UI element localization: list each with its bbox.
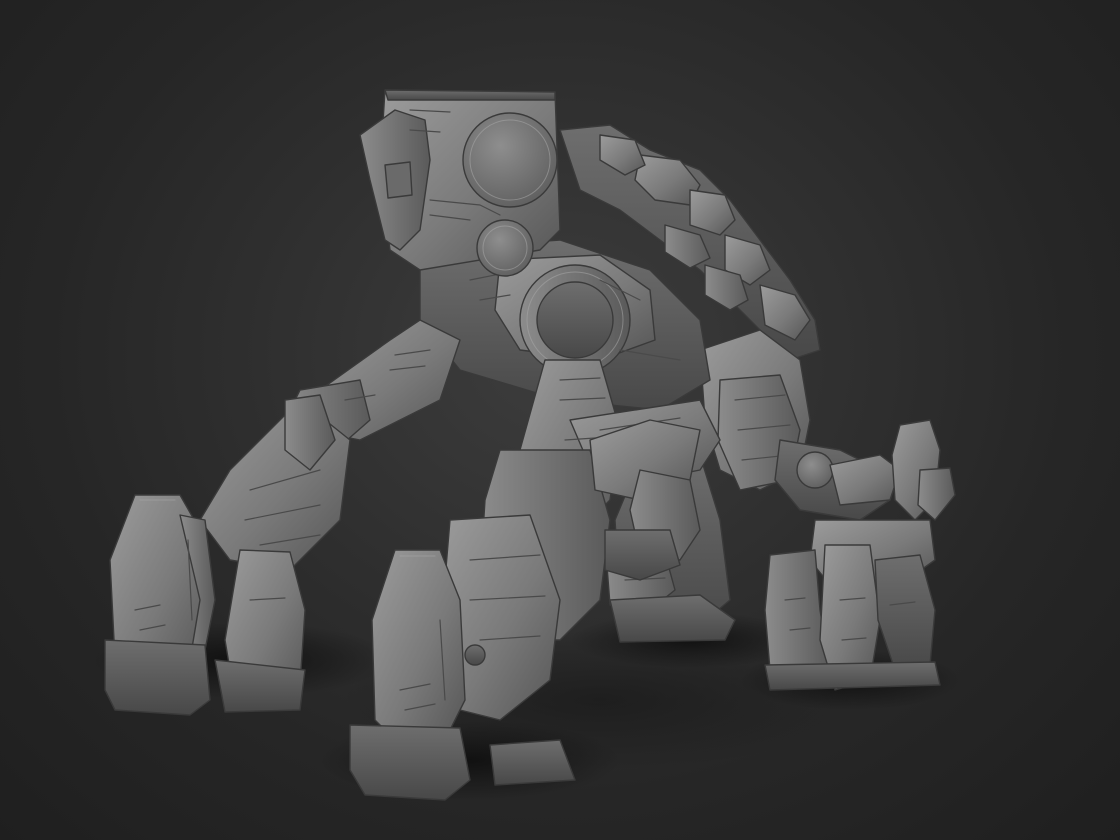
right-arm bbox=[699, 329, 901, 521]
head bbox=[359, 89, 561, 277]
sculpt-viewport[interactable] bbox=[0, 0, 1120, 840]
left-arm bbox=[199, 319, 461, 571]
mech-sculpt-render bbox=[90, 89, 960, 801]
